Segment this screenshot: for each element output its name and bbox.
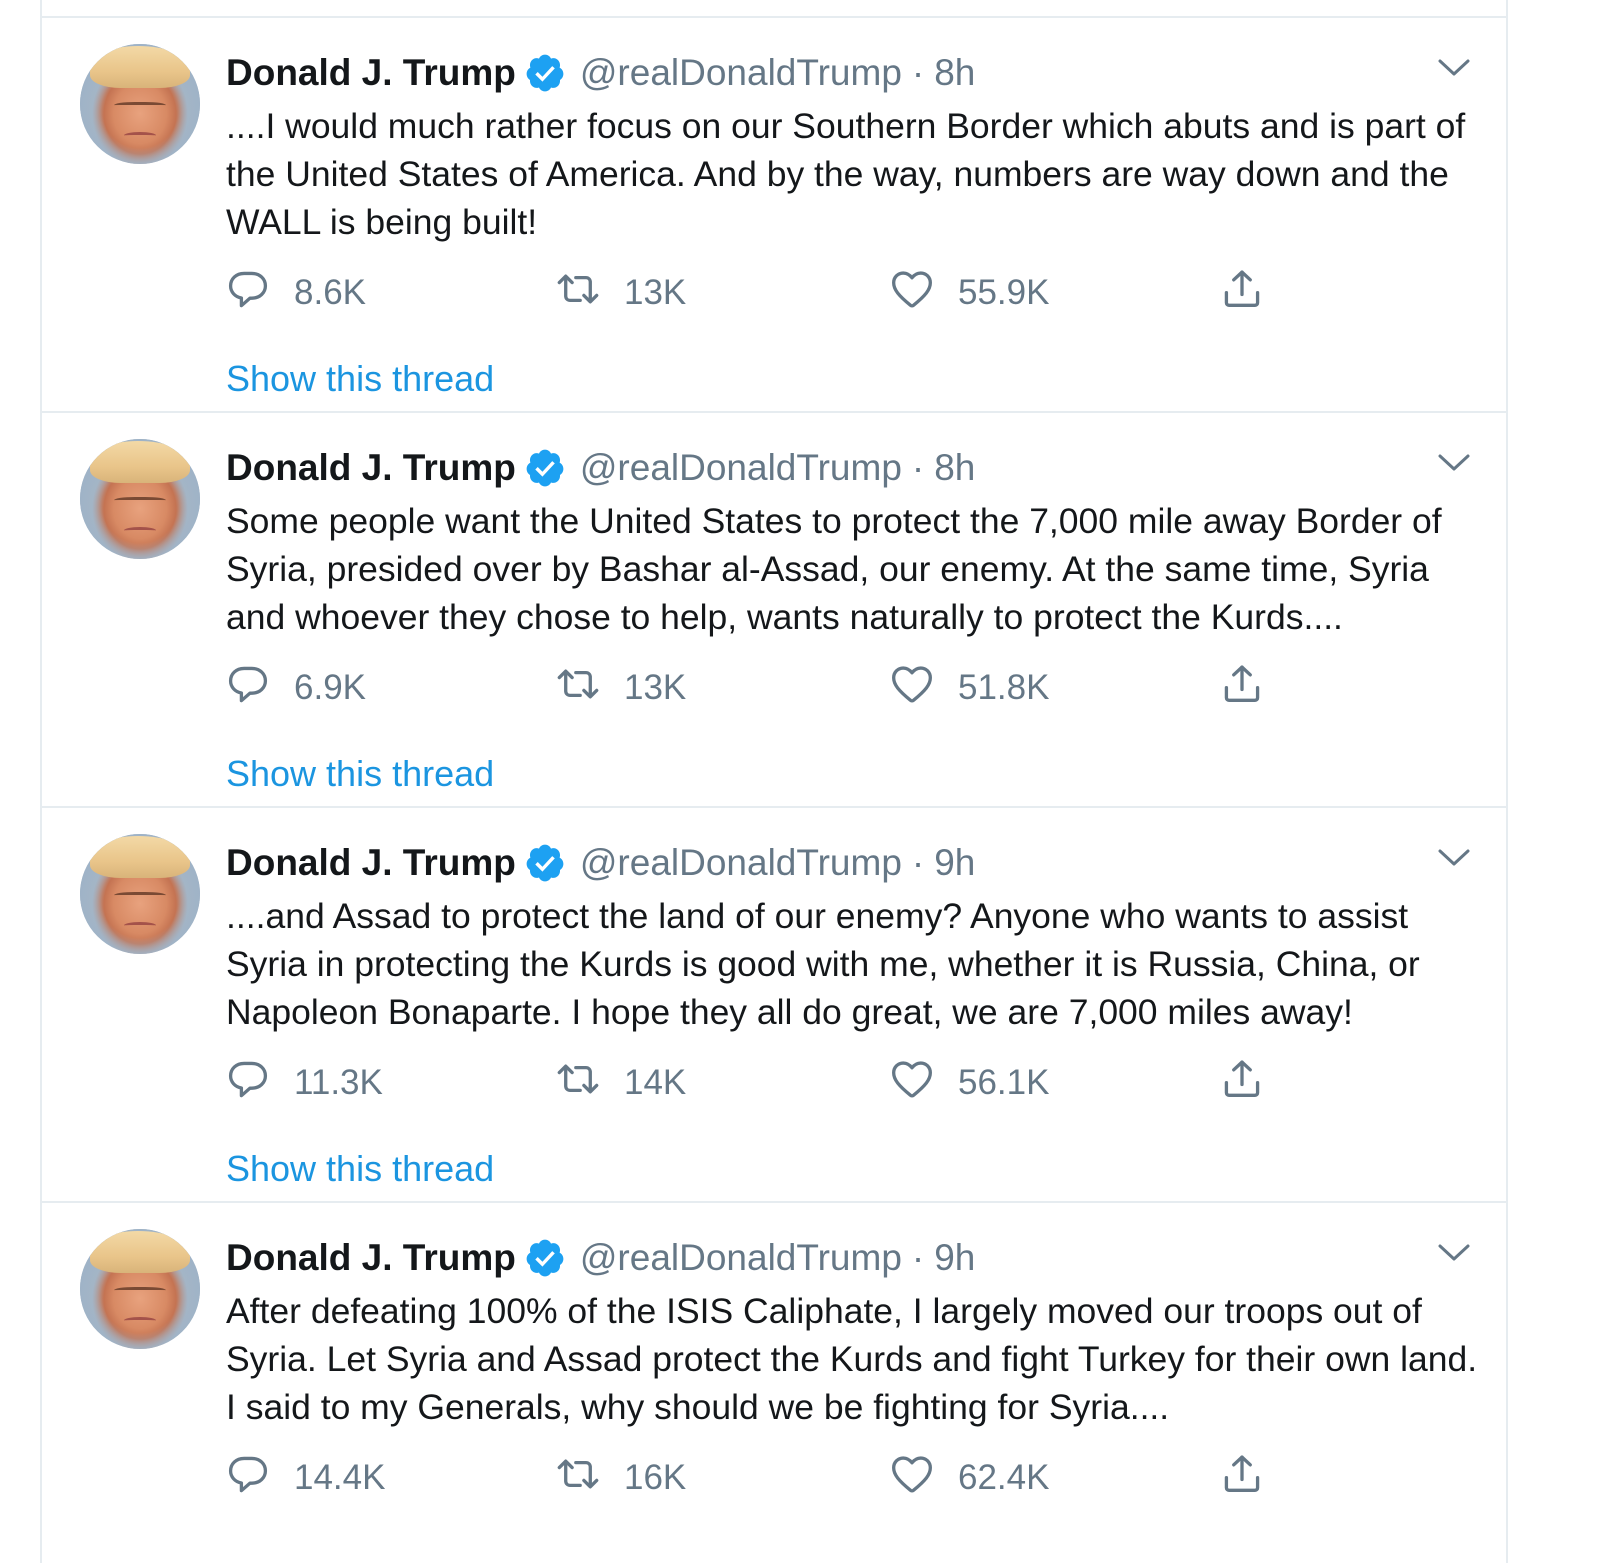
timestamp[interactable]: 8h: [934, 447, 975, 489]
retweet-icon: [556, 662, 600, 715]
tweet-text: Some people want the United States to pr…: [226, 501, 1442, 637]
like-button[interactable]: 55.9K: [890, 268, 1049, 318]
reply-button[interactable]: 8.6K: [226, 268, 366, 318]
tweet-actions: 8.6K 13K 55.9K: [226, 268, 1326, 318]
user-handle[interactable]: @realDonaldTrump: [580, 447, 902, 489]
user-handle[interactable]: @realDonaldTrump: [580, 842, 902, 884]
retweet-count: 14K: [624, 1063, 687, 1102]
tweet-header: Donald J. Trump @realDonaldTrump · 8h: [226, 443, 975, 493]
reply-button[interactable]: 11.3K: [226, 1058, 383, 1108]
heart-icon: [890, 662, 934, 715]
avatar[interactable]: [80, 44, 200, 164]
share-button[interactable]: [1220, 663, 1264, 713]
tweet-card[interactable]: Donald J. Trump @realDonaldTrump · 8h ..…: [42, 18, 1506, 413]
like-button[interactable]: 51.8K: [890, 663, 1049, 713]
reply-count: 14.4K: [294, 1458, 386, 1497]
retweet-icon: [556, 1452, 600, 1505]
tweet-card[interactable]: Donald J. Trump @realDonaldTrump · 9h ..…: [42, 808, 1506, 1203]
separator-dot: ·: [911, 447, 925, 488]
chevron-down-icon[interactable]: [1436, 56, 1472, 80]
retweet-button[interactable]: 13K: [556, 663, 686, 713]
reply-count: 6.9K: [294, 668, 366, 707]
separator-dot: ·: [911, 842, 925, 883]
reply-button[interactable]: 14.4K: [226, 1453, 385, 1503]
share-button[interactable]: [1220, 1058, 1264, 1108]
share-icon: [1220, 267, 1264, 320]
timestamp[interactable]: 8h: [934, 52, 975, 94]
like-button[interactable]: 62.4K: [890, 1453, 1049, 1503]
timeline-feed: Donald J. Trump @realDonaldTrump · 8h ..…: [40, 0, 1508, 1563]
reply-count: 8.6K: [294, 273, 366, 312]
tweet-card[interactable]: Donald J. Trump @realDonaldTrump · 8h So…: [42, 413, 1506, 808]
share-icon: [1220, 1452, 1264, 1505]
heart-icon: [890, 267, 934, 320]
user-handle[interactable]: @realDonaldTrump: [580, 52, 902, 94]
tweet-header: Donald J. Trump @realDonaldTrump · 9h: [226, 838, 975, 888]
heart-icon: [890, 1452, 934, 1505]
tweet-actions: 14.4K 16K 62.4K: [226, 1453, 1326, 1503]
chevron-down-icon[interactable]: [1436, 846, 1472, 870]
verified-badge-icon: [524, 1237, 566, 1279]
show-thread-link[interactable]: Show this thread: [226, 358, 494, 400]
like-count: 56.1K: [958, 1063, 1050, 1102]
tweet-card[interactable]: Donald J. Trump @realDonaldTrump · 9h Af…: [42, 1203, 1506, 1563]
like-count: 51.8K: [958, 668, 1050, 707]
reply-icon: [226, 267, 270, 320]
tweet-header: Donald J. Trump @realDonaldTrump · 9h: [226, 1233, 975, 1283]
reply-icon: [226, 1057, 270, 1110]
tweet-text: ....and Assad to protect the land of our…: [226, 896, 1420, 1032]
tweet-actions: 6.9K 13K 51.8K: [226, 663, 1326, 713]
avatar[interactable]: [80, 439, 200, 559]
chevron-down-icon[interactable]: [1436, 451, 1472, 475]
retweet-icon: [556, 1057, 600, 1110]
verified-badge-icon: [524, 52, 566, 94]
avatar[interactable]: [80, 1229, 200, 1349]
reply-icon: [226, 1452, 270, 1505]
share-icon: [1220, 1057, 1264, 1110]
retweet-count: 13K: [624, 273, 687, 312]
user-handle[interactable]: @realDonaldTrump: [580, 1237, 902, 1279]
reply-count: 11.3K: [294, 1063, 383, 1102]
timestamp[interactable]: 9h: [934, 1237, 975, 1279]
retweet-button[interactable]: 13K: [556, 268, 686, 318]
tweet-actions: 11.3K 14K 56.1K: [226, 1058, 1326, 1108]
like-count: 55.9K: [958, 273, 1050, 312]
retweet-icon: [556, 267, 600, 320]
reply-icon: [226, 662, 270, 715]
avatar[interactable]: [80, 834, 200, 954]
share-button[interactable]: [1220, 1453, 1264, 1503]
display-name[interactable]: Donald J. Trump: [226, 842, 516, 884]
reply-button[interactable]: 6.9K: [226, 663, 366, 713]
share-button[interactable]: [1220, 268, 1264, 318]
separator-dot: ·: [911, 1237, 925, 1278]
chevron-down-icon[interactable]: [1436, 1241, 1472, 1265]
verified-badge-icon: [524, 447, 566, 489]
heart-icon: [890, 1057, 934, 1110]
tweet-text: ....I would much rather focus on our Sou…: [226, 106, 1466, 242]
display-name[interactable]: Donald J. Trump: [226, 52, 516, 94]
retweet-count: 13K: [624, 668, 687, 707]
share-icon: [1220, 662, 1264, 715]
separator-dot: ·: [911, 52, 925, 93]
retweet-button[interactable]: 16K: [556, 1453, 686, 1503]
like-button[interactable]: 56.1K: [890, 1058, 1049, 1108]
show-thread-link[interactable]: Show this thread: [226, 1148, 494, 1190]
display-name[interactable]: Donald J. Trump: [226, 1237, 516, 1279]
tweet-header: Donald J. Trump @realDonaldTrump · 8h: [226, 48, 975, 98]
display-name[interactable]: Donald J. Trump: [226, 447, 516, 489]
verified-badge-icon: [524, 842, 566, 884]
timestamp[interactable]: 9h: [934, 842, 975, 884]
like-count: 62.4K: [958, 1458, 1050, 1497]
show-thread-link[interactable]: Show this thread: [226, 753, 494, 795]
retweet-count: 16K: [624, 1458, 687, 1497]
tweet-text: After defeating 100% of the ISIS Calipha…: [226, 1291, 1478, 1427]
retweet-button[interactable]: 14K: [556, 1058, 686, 1108]
